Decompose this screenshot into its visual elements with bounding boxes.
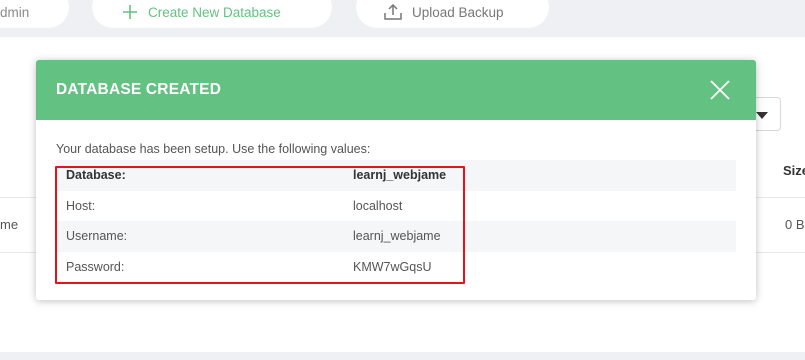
admin-button-label: dmin [0, 4, 30, 20]
modal-title: DATABASE CREATED [56, 81, 222, 98]
modal-intro-text: Your database has been setup. Use the fo… [56, 142, 371, 156]
upload-icon [384, 4, 402, 20]
top-toolbar: dmin Create New Database Upload Backup [0, 0, 805, 37]
caret-down-icon [756, 112, 768, 119]
create-database-label: Create New Database [148, 4, 281, 20]
admin-button[interactable]: dmin [0, 0, 69, 28]
modal-header: DATABASE CREATED [36, 60, 756, 120]
close-icon[interactable] [710, 80, 730, 100]
create-database-button[interactable]: Create New Database [92, 0, 332, 28]
bottom-strip [0, 352, 805, 360]
row-database-name: me [0, 217, 19, 232]
size-column-header: Size [783, 163, 805, 178]
row-size: 0 B [785, 217, 805, 232]
highlight-box [55, 166, 465, 284]
upload-backup-label: Upload Backup [412, 4, 504, 20]
upload-backup-button[interactable]: Upload Backup [356, 0, 549, 28]
plus-icon [122, 4, 138, 20]
